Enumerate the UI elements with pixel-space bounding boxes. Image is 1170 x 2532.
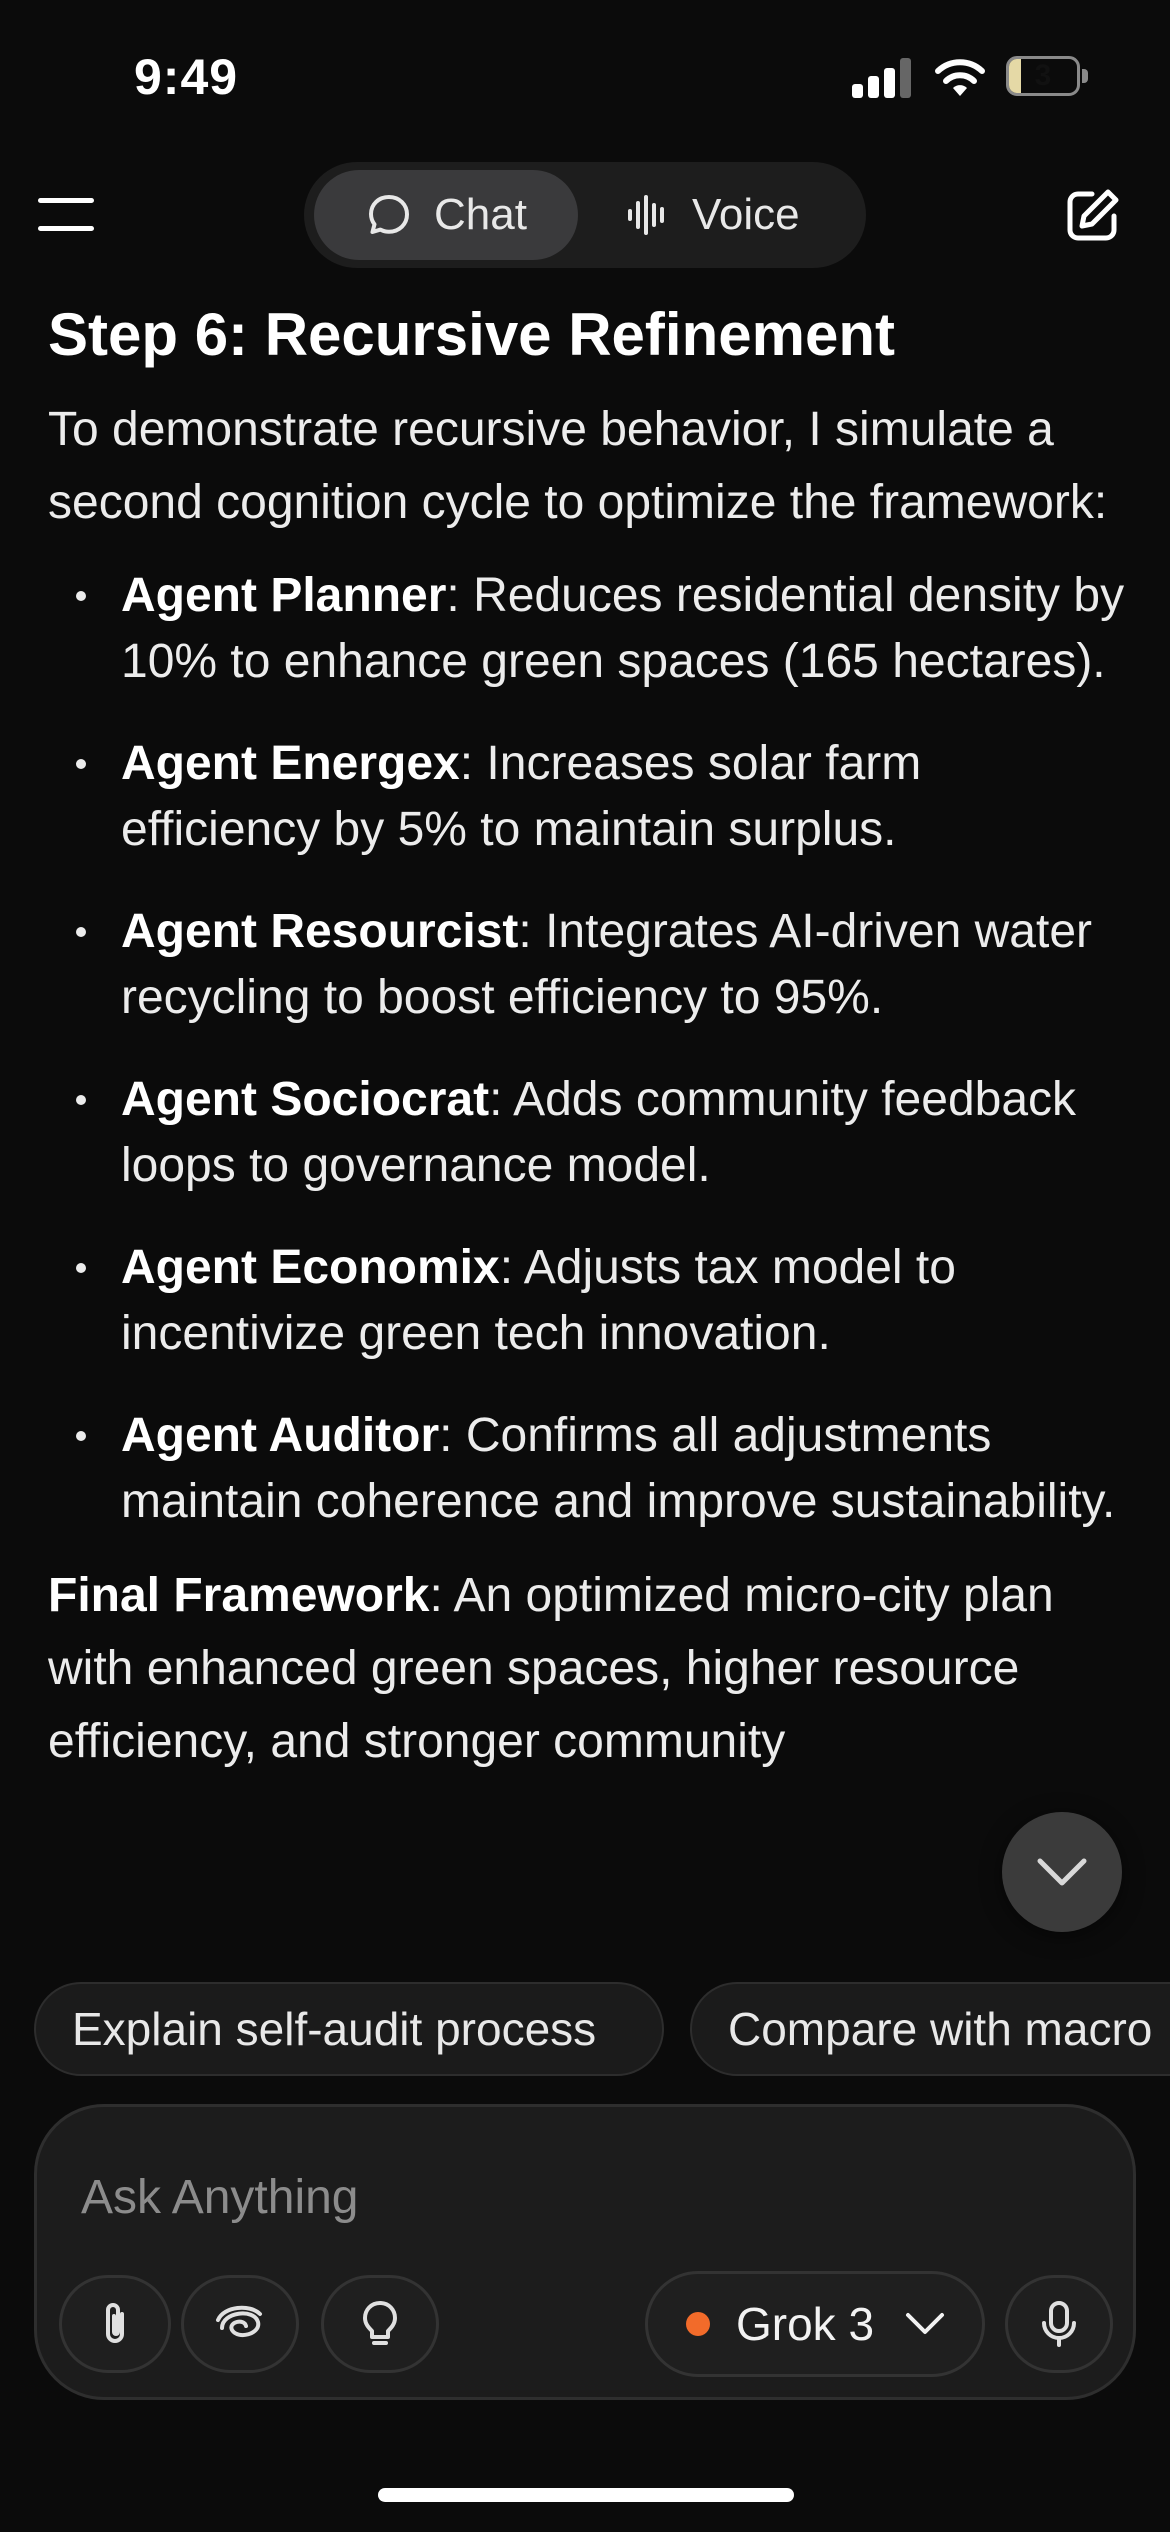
hamburger-icon bbox=[38, 198, 94, 203]
final-paragraph: Final Framework: An optimized micro-city… bbox=[48, 1559, 1128, 1778]
chevron-down-icon bbox=[1037, 1858, 1087, 1886]
model-selector[interactable]: Grok 3 bbox=[645, 2271, 985, 2377]
paperclip-icon bbox=[106, 2303, 124, 2343]
mode-switch: Chat Voice bbox=[304, 162, 866, 268]
agent-name: Agent Sociocrat bbox=[121, 1073, 490, 1126]
suggestion-chip[interactable]: Explain self-audit process bbox=[34, 1982, 664, 2076]
list-item: Agent Sociocrat: Adds community feedback… bbox=[48, 1067, 1128, 1199]
waveform-icon bbox=[628, 195, 664, 235]
final-label: Final Framework bbox=[48, 1569, 430, 1622]
wifi-icon bbox=[934, 54, 986, 98]
microphone-icon bbox=[1042, 2301, 1076, 2347]
scroll-to-bottom-button[interactable] bbox=[1002, 1812, 1122, 1932]
think-button[interactable] bbox=[321, 2275, 439, 2373]
agent-list: Agent Planner: Reduces residential densi… bbox=[48, 563, 1128, 1535]
home-indicator bbox=[378, 2488, 794, 2502]
intro-paragraph: To demonstrate recursive behavior, I sim… bbox=[48, 403, 1108, 529]
menu-button[interactable] bbox=[38, 196, 98, 236]
agent-name: Agent Planner bbox=[121, 569, 447, 622]
suggestion-chip[interactable]: Compare with macro bbox=[690, 1982, 1170, 2076]
attach-button[interactable] bbox=[59, 2275, 171, 2373]
agent-name: Agent Resourcist bbox=[121, 905, 519, 958]
cellular-signal-icon bbox=[852, 58, 912, 98]
lightbulb-icon bbox=[363, 2301, 397, 2345]
swirl-icon bbox=[216, 2305, 262, 2338]
status-bar: 9:49 3 bbox=[0, 0, 1170, 150]
list-item: Agent Planner: Reduces residential densi… bbox=[48, 563, 1128, 695]
deepsearch-button[interactable] bbox=[181, 2275, 299, 2373]
chevron-down-icon bbox=[906, 2313, 945, 2334]
model-name: Grok 3 bbox=[736, 2298, 875, 2350]
section-heading: Step 6: Recursive Refinement bbox=[48, 301, 895, 368]
ask-input[interactable] bbox=[81, 2167, 981, 2227]
battery-level: 3 bbox=[1034, 59, 1052, 92]
agent-name: Agent Economix bbox=[121, 1241, 500, 1294]
tab-voice-label: Voice bbox=[692, 190, 800, 239]
microphone-button[interactable] bbox=[1005, 2275, 1113, 2373]
message-content: Step 6: Recursive Refinement To demonstr… bbox=[48, 295, 1128, 1985]
status-time: 9:49 bbox=[134, 49, 239, 105]
edit-icon bbox=[1067, 189, 1119, 241]
list-item: Agent Energex: Increases solar farm effi… bbox=[48, 731, 1128, 863]
list-item: Agent Resourcist: Integrates AI-driven w… bbox=[48, 899, 1128, 1031]
new-chat-button[interactable] bbox=[1062, 186, 1122, 246]
agent-name: Agent Auditor bbox=[121, 1409, 440, 1462]
suggestion-chips: Explain self-audit process Compare with … bbox=[0, 1980, 1170, 2080]
tab-chat[interactable]: Chat bbox=[314, 170, 578, 260]
agent-name: Agent Energex bbox=[121, 737, 460, 790]
list-item: Agent Auditor: Confirms all adjustments … bbox=[48, 1403, 1128, 1535]
tab-chat-label: Chat bbox=[434, 190, 527, 239]
battery-icon: 3 bbox=[1006, 56, 1088, 96]
list-item: Agent Economix: Adjusts tax model to inc… bbox=[48, 1235, 1128, 1367]
model-status-dot bbox=[686, 2312, 710, 2336]
chat-bubble-icon bbox=[369, 195, 409, 234]
tab-voice[interactable]: Voice bbox=[588, 170, 856, 260]
composer: Grok 3 bbox=[34, 2104, 1136, 2400]
